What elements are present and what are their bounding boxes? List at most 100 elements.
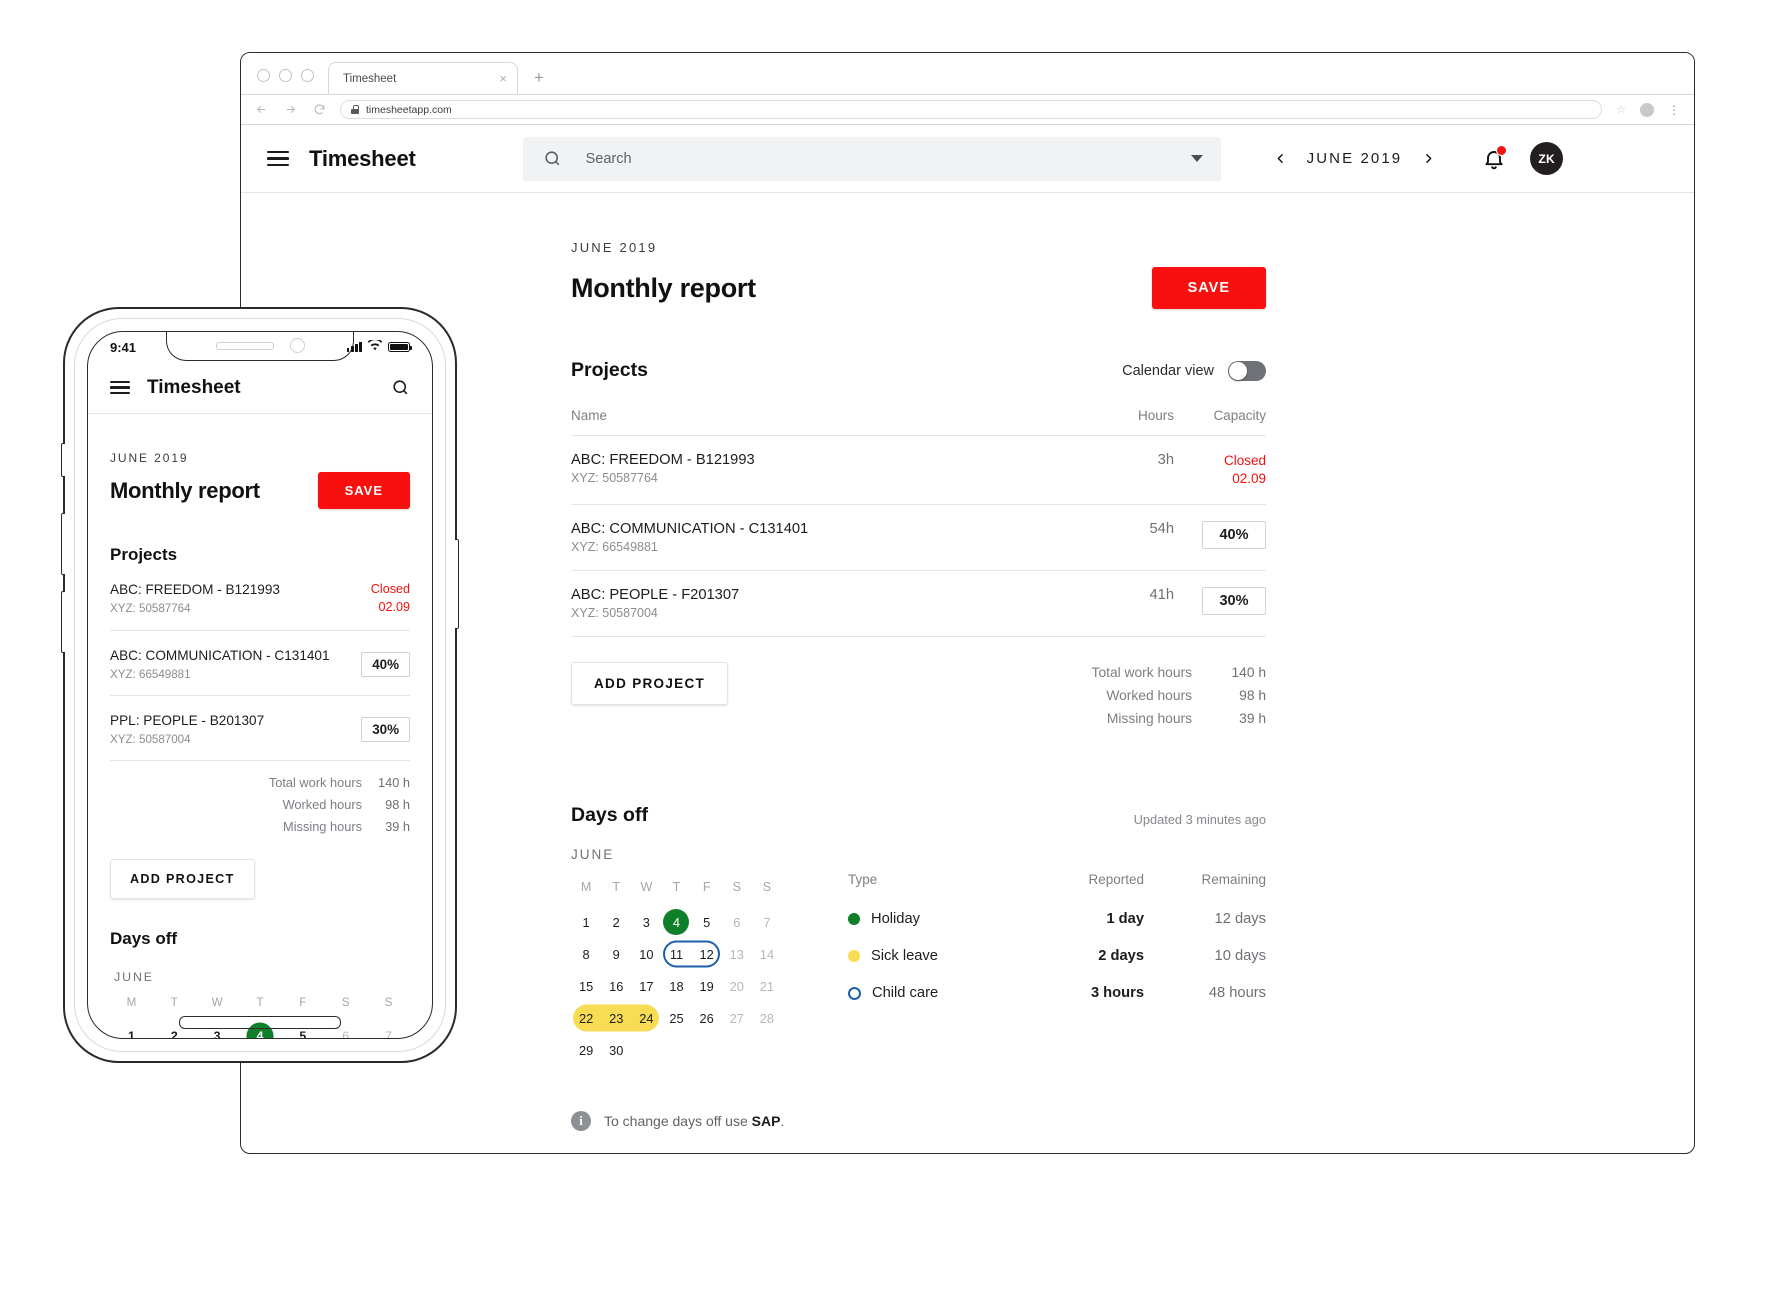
hamburger-menu-icon[interactable] xyxy=(267,151,289,166)
calendar-view-label: Calendar view xyxy=(1122,362,1214,379)
calendar-day[interactable]: 30 xyxy=(601,1034,631,1066)
bookmark-star-icon[interactable]: ☆ xyxy=(1616,103,1626,116)
phone-home-indicator[interactable] xyxy=(179,1016,341,1029)
updated-timestamp: Updated 3 minutes ago xyxy=(1133,812,1266,828)
reload-icon[interactable] xyxy=(313,103,326,116)
footnote-link[interactable]: SAP xyxy=(752,1113,781,1129)
calendar-day[interactable]: 13 xyxy=(722,938,752,970)
calendar-day-number: 29 xyxy=(578,1042,594,1058)
calendar-dow: T xyxy=(612,880,621,895)
calendar-day[interactable]: 8 xyxy=(571,938,601,970)
calendar-day[interactable]: 16 xyxy=(601,970,631,1002)
phone-calendar-day[interactable]: 1 xyxy=(110,1019,153,1038)
phone-list-item[interactable]: PPL: PEOPLE - B201307 XYZ: 50587004 30% xyxy=(110,696,410,762)
calendar-day[interactable]: 19 xyxy=(692,970,722,1002)
calendar-day[interactable]: 6 xyxy=(722,906,752,938)
calendar-view-control[interactable]: Calendar view xyxy=(1122,360,1266,381)
phone-project-code: XYZ: 66549881 xyxy=(110,668,191,682)
calendar-day-number: 7 xyxy=(763,914,771,930)
calendar-day[interactable]: 27 xyxy=(722,1002,752,1034)
browser-url-bar: timesheetapp.com ☆ ⋮ xyxy=(241,95,1694,125)
user-avatar[interactable]: ZK xyxy=(1530,142,1564,175)
save-button[interactable]: SAVE xyxy=(1151,267,1266,309)
phone-mute-switch[interactable] xyxy=(61,443,65,477)
phone-calendar-day[interactable]: 7 xyxy=(367,1019,410,1038)
calendar-day[interactable]: 14 xyxy=(752,938,782,970)
phone-total-row: Missing hours 39 h xyxy=(110,819,410,834)
browser-menu-icon[interactable]: ⋮ xyxy=(1668,104,1680,116)
table-row[interactable]: ABC: FREEDOM - B121993 XYZ: 50587764 3h Clo… xyxy=(571,435,1266,506)
phone-project-info: ABC: COMMUNICATION - C131401 XYZ: 6654988… xyxy=(110,647,330,681)
table-row[interactable]: ABC: PEOPLE - F201307 XYZ: 50587004 41h 30% xyxy=(571,570,1266,638)
calendar-day[interactable]: 2 xyxy=(601,906,631,938)
search-bar[interactable] xyxy=(522,136,1221,181)
new-tab-icon[interactable]: + xyxy=(534,69,544,94)
prev-month-button[interactable] xyxy=(1267,150,1295,167)
days-off-calendar[interactable]: MTWTFSS 1 2 3 4 5 6 7 8 9 10 11 12 13 14 15 16 17 18 19 20 2… xyxy=(571,872,782,1066)
search-input[interactable] xyxy=(583,149,1191,168)
project-code: XYZ: 50587004 xyxy=(571,606,658,621)
phone-search-icon[interactable] xyxy=(391,378,410,397)
table-row[interactable]: ABC: COMMUNICATION - C131401 XYZ: 6654988… xyxy=(571,504,1266,572)
phone-status-badge-closed: Closed 02.09 xyxy=(370,582,410,614)
notifications-bell-icon[interactable] xyxy=(1482,144,1508,171)
calendar-day[interactable]: 4 xyxy=(661,906,691,938)
search-icon xyxy=(543,149,562,168)
phone-list-item[interactable]: ABC: COMMUNICATION - C131401 XYZ: 6654988… xyxy=(110,631,410,697)
window-maximize-dot[interactable] xyxy=(301,69,314,82)
legend-column-type: Type xyxy=(848,872,878,888)
window-minimize-dot[interactable] xyxy=(279,69,292,82)
calendar-dow-row: MTWTFSS xyxy=(571,872,782,906)
calendar-day-number: 6 xyxy=(733,914,741,930)
calendar-day[interactable]: 18 xyxy=(661,970,691,1002)
calendar-day[interactable]: 7 xyxy=(752,906,782,938)
calendar-day[interactable]: 3 xyxy=(631,906,661,938)
calendar-day[interactable]: 21 xyxy=(752,970,782,1002)
phone-volume-up-button[interactable] xyxy=(61,513,65,575)
forward-arrow-icon[interactable] xyxy=(284,103,297,116)
phone-project-info: ABC: FREEDOM - B121993 XYZ: 50587764 xyxy=(110,581,280,615)
phone-power-button[interactable] xyxy=(455,539,459,629)
calendar-day[interactable]: 25 xyxy=(661,1002,691,1034)
calendar-day[interactable]: 1 xyxy=(571,906,601,938)
phone-hamburger-menu-icon[interactable] xyxy=(110,380,130,395)
calendar-day[interactable]: 10 xyxy=(631,938,661,970)
browser-profile-avatar[interactable] xyxy=(1640,102,1654,117)
calendar-day-number: 20 xyxy=(729,978,744,994)
phone-capacity-value[interactable]: 30% xyxy=(361,716,410,742)
calendar-day[interactable]: 26 xyxy=(692,1002,722,1034)
phone-capacity-value[interactable]: 40% xyxy=(361,651,410,677)
calendar-view-toggle[interactable] xyxy=(1228,360,1266,381)
calendar-day[interactable]: 9 xyxy=(601,938,631,970)
window-close-dot[interactable] xyxy=(257,69,270,82)
calendar-day[interactable]: 5 xyxy=(692,906,722,938)
window-controls[interactable] xyxy=(257,69,328,94)
total-value: 140 h xyxy=(1231,665,1266,681)
capacity-value[interactable]: 30% xyxy=(1202,587,1266,616)
calendar-day-number: 9 xyxy=(612,946,620,962)
back-arrow-icon[interactable] xyxy=(255,103,268,116)
close-icon[interactable]: × xyxy=(499,72,507,85)
calendar-day[interactable]: 17 xyxy=(631,970,661,1002)
add-project-button[interactable]: ADD PROJECT xyxy=(571,662,729,706)
calendar-days-grid[interactable]: 1 2 3 4 5 6 7 8 9 10 11 12 13 14 15 16 17 18 19 20 21 22 23 24 2… xyxy=(571,906,782,1066)
legend-type: Child care xyxy=(848,985,1034,1001)
phone-add-project-button[interactable]: ADD PROJECT xyxy=(110,859,255,900)
lock-icon xyxy=(351,105,359,114)
phone-volume-down-button[interactable] xyxy=(61,591,65,653)
calendar-day[interactable]: 29 xyxy=(571,1034,601,1066)
phone-list-item[interactable]: ABC: FREEDOM - B121993 XYZ: 50587764 Close… xyxy=(110,565,410,632)
phone-calendar[interactable]: MTWTFSS 1234567891011121314 xyxy=(110,988,410,1038)
calendar-day[interactable]: 15 xyxy=(571,970,601,1002)
browser-tab-title: Timesheet xyxy=(343,72,397,85)
calendar-day[interactable]: 28 xyxy=(752,1002,782,1034)
address-bar[interactable]: timesheetapp.com xyxy=(340,100,1603,119)
capacity-value[interactable]: 40% xyxy=(1202,521,1266,550)
calendar-day[interactable]: 20 xyxy=(722,970,752,1002)
browser-tab[interactable]: Timesheet × xyxy=(328,62,518,94)
next-month-button[interactable] xyxy=(1414,150,1442,167)
calendar-day-number: 5 xyxy=(703,914,711,930)
chevron-down-icon[interactable] xyxy=(1190,155,1203,162)
phone-save-button[interactable]: SAVE xyxy=(317,472,410,509)
project-capacity: Closed 02.09 xyxy=(1174,435,1266,506)
